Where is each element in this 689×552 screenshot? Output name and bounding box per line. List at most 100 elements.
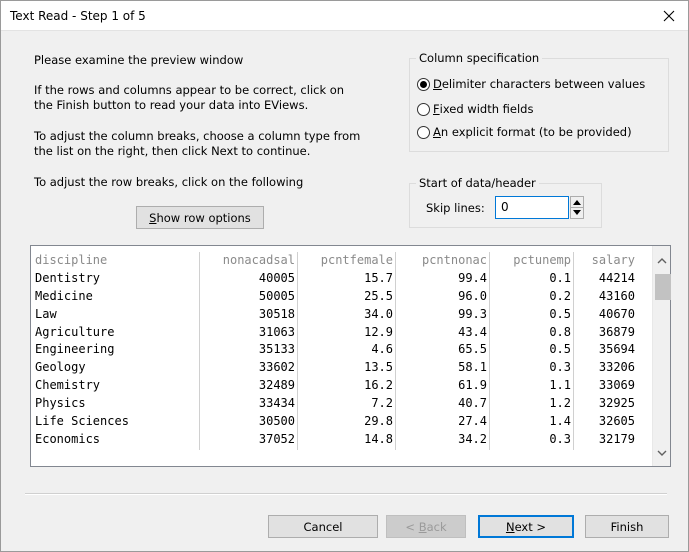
show-row-options-accel: S xyxy=(149,210,157,225)
table-cell: 0.1 xyxy=(549,270,571,285)
preview-window[interactable]: discipline Dentistry Medicine Law Agricultu… xyxy=(30,245,671,467)
table-cell: Physics xyxy=(35,396,86,411)
radio-explicit-format-label: n explicit format (to be provided) xyxy=(440,125,632,139)
radio-fixed-width-label: ixed width fields xyxy=(439,102,534,116)
skip-lines-input[interactable]: 0 xyxy=(495,196,569,219)
finish-label: Finish xyxy=(610,519,644,534)
spin-up-button[interactable] xyxy=(571,197,583,207)
column-header: discipline xyxy=(35,253,108,267)
instruction-rows: To adjust the row breaks, click on the f… xyxy=(34,175,304,189)
spin-down-button[interactable] xyxy=(571,207,583,217)
instruction-columns-line1: To adjust the column breaks, choose a co… xyxy=(34,129,361,143)
preview-grid: discipline Dentistry Medicine Law Agricultu… xyxy=(31,246,649,466)
table-cell: Medicine xyxy=(35,288,93,303)
table-cell: 43.4 xyxy=(458,324,487,339)
table-cell: Agriculture xyxy=(35,324,115,339)
table-cell: 36879 xyxy=(598,324,635,339)
table-cell: 58.1 xyxy=(458,360,487,375)
skip-lines-spinner[interactable] xyxy=(570,196,584,219)
table-cell: Chemistry xyxy=(35,378,101,393)
close-button[interactable] xyxy=(650,1,688,31)
column-header: pctunemp xyxy=(513,253,571,267)
start-of-data-legend: Start of data/header xyxy=(419,176,536,190)
table-cell: 0.3 xyxy=(549,431,571,446)
table-cell: 4.6 xyxy=(371,342,393,357)
table-cell: 50005 xyxy=(258,288,295,303)
table-cell: 27.4 xyxy=(458,414,487,429)
table-cell: 7.2 xyxy=(371,396,393,411)
back-label: ack xyxy=(426,519,447,534)
table-cell: 32605 xyxy=(598,414,635,429)
back-prefix: < xyxy=(405,519,419,534)
text-read-dialog: Text Read - Step 1 of 5 Please examine t… xyxy=(0,0,689,552)
table-cell: 32489 xyxy=(258,378,295,393)
column-pctunemp: pctunemp 0.1 0.2 0.5 0.8 0.5 0.3 1.1 1.2 1.4 0.3 xyxy=(493,252,571,449)
instruction-finish-line2: the Finish button to read your data into… xyxy=(34,98,309,112)
table-cell: 33602 xyxy=(258,360,295,375)
table-cell: 33069 xyxy=(598,378,635,393)
radio-delimiter-label: elimiter characters between values xyxy=(441,77,646,91)
table-cell: 30518 xyxy=(258,306,295,321)
table-cell: 16.2 xyxy=(364,378,393,393)
table-cell: 14.8 xyxy=(364,431,393,446)
table-cell: 33206 xyxy=(598,360,635,375)
radio-fixed-width[interactable]: Fixed width fields xyxy=(417,102,533,116)
table-cell: Dentistry xyxy=(35,270,101,285)
table-cell: 0.8 xyxy=(549,324,571,339)
radio-fixed-width-accel: F xyxy=(433,102,440,116)
column-separator xyxy=(199,252,200,450)
table-cell: 25.5 xyxy=(364,288,393,303)
footer-divider xyxy=(25,493,667,495)
table-cell: 65.5 xyxy=(458,342,487,357)
table-cell: 35694 xyxy=(598,342,635,357)
table-cell: 37052 xyxy=(258,431,295,446)
column-discipline: discipline Dentistry Medicine Law Agricultu… xyxy=(35,252,195,449)
column-specification-legend: Column specification xyxy=(419,51,540,65)
finish-button[interactable]: Finish xyxy=(585,515,669,538)
table-cell: 32925 xyxy=(598,396,635,411)
instruction-columns-line2: the list on the right, then click Next t… xyxy=(34,144,311,158)
preview-vertical-scrollbar[interactable] xyxy=(652,246,671,466)
table-cell: 0.5 xyxy=(549,306,571,321)
next-button[interactable]: Next > xyxy=(478,515,574,538)
radio-delimiter-indicator[interactable] xyxy=(417,77,430,91)
table-cell: 1.4 xyxy=(549,414,571,429)
table-cell: 30500 xyxy=(258,414,295,429)
scroll-up-icon[interactable] xyxy=(657,256,667,266)
table-cell: 40670 xyxy=(598,306,635,321)
instruction-finish-line1: If the rows and columns appear to be cor… xyxy=(34,83,345,97)
back-accel: B xyxy=(418,519,427,534)
table-cell: 99.4 xyxy=(458,270,487,285)
radio-explicit-format-indicator[interactable] xyxy=(417,125,430,139)
window-title: Text Read - Step 1 of 5 xyxy=(10,9,146,23)
table-cell: 44214 xyxy=(598,270,635,285)
column-separator xyxy=(573,252,574,450)
scroll-down-icon[interactable] xyxy=(657,448,667,458)
scrollbar-thumb[interactable] xyxy=(655,274,671,300)
radio-explicit-format[interactable]: An explicit format (to be provided) xyxy=(417,125,632,139)
table-cell: 43160 xyxy=(598,288,635,303)
next-accel: N xyxy=(505,519,515,534)
column-nonacadsal: nonacadsal 40005 50005 30518 31063 35133 3360… xyxy=(203,252,295,449)
back-button[interactable]: < Back xyxy=(386,515,466,538)
column-header: salary xyxy=(591,253,635,267)
radio-delimiter-accel: D xyxy=(433,77,442,91)
show-row-options-button[interactable]: Show row options xyxy=(136,206,264,229)
table-cell: 29.8 xyxy=(364,414,393,429)
chevron-up-icon xyxy=(573,199,581,205)
skip-lines-value: 0 xyxy=(501,200,509,214)
radio-delimiter[interactable]: Delimiter characters between values xyxy=(417,77,645,91)
column-separator xyxy=(395,252,396,450)
table-cell: 15.7 xyxy=(364,270,393,285)
table-cell: 34.2 xyxy=(458,431,487,446)
skip-lines-label: Skip lines: xyxy=(426,201,485,215)
chevron-down-icon xyxy=(573,210,581,215)
table-cell: 31063 xyxy=(258,324,295,339)
column-pcntnonac: pcntnonac 99.4 96.0 99.3 43.4 65.5 58.1 61.9 40… xyxy=(399,252,487,449)
table-cell: Geology xyxy=(35,360,86,375)
column-salary: salary 44214 43160 40670 36879 35694 33206 330… xyxy=(577,252,635,449)
table-cell: Engineering xyxy=(35,342,115,357)
cancel-button[interactable]: Cancel xyxy=(268,515,378,538)
show-row-options-label: how row options xyxy=(156,210,251,225)
radio-fixed-width-indicator[interactable] xyxy=(417,102,430,116)
